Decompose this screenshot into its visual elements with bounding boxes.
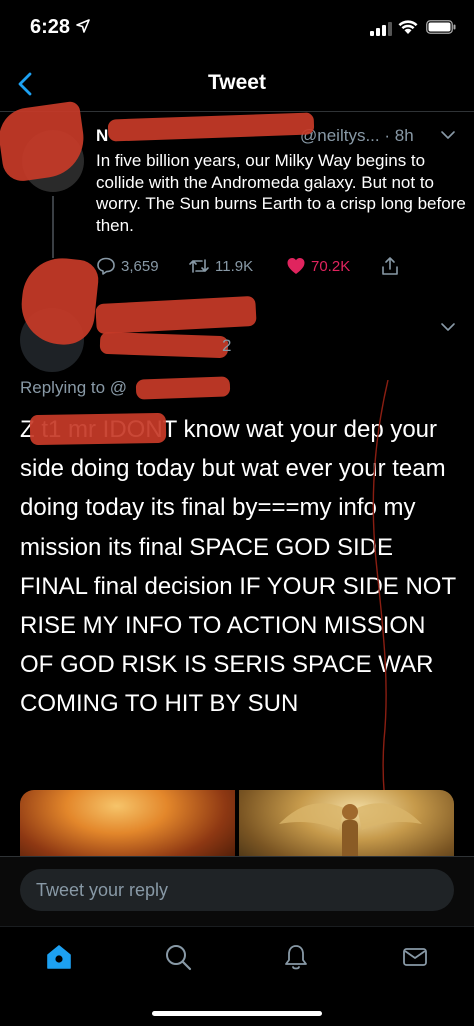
chevron-down-icon[interactable] bbox=[440, 320, 456, 334]
reply-bar bbox=[0, 856, 474, 926]
tweet-separator: · bbox=[384, 126, 391, 145]
share-icon bbox=[382, 257, 398, 275]
battery-icon bbox=[426, 20, 456, 34]
reply-count: 3,659 bbox=[121, 257, 159, 275]
search-icon bbox=[166, 945, 192, 971]
wifi-icon bbox=[398, 20, 418, 34]
tweet-text: In five billion years, our Milky Way beg… bbox=[96, 151, 466, 235]
tweet-time: 8h bbox=[394, 126, 414, 145]
status-bar: 6:28 bbox=[0, 0, 474, 56]
tweet-author-handle: @neiltys... · 8h bbox=[300, 126, 414, 146]
reply-icon bbox=[97, 257, 115, 275]
location-arrow-icon bbox=[76, 19, 90, 33]
cell-signal-icon bbox=[370, 22, 392, 36]
redaction-mark bbox=[107, 112, 315, 142]
tweet-author-name[interactable]: N bbox=[96, 126, 108, 146]
retweet-icon bbox=[189, 259, 209, 273]
tab-messages[interactable] bbox=[395, 937, 435, 977]
home-icon bbox=[47, 945, 71, 969]
notifications-icon bbox=[285, 945, 307, 970]
messages-icon bbox=[403, 948, 427, 966]
tweet-actions: 3,659 11.9K 70.2K bbox=[96, 256, 426, 278]
home-indicator bbox=[152, 1011, 322, 1016]
like-button[interactable]: 70.2K bbox=[286, 256, 350, 276]
redaction-mark bbox=[99, 331, 229, 359]
redaction-mark bbox=[135, 376, 231, 400]
tweet-author-handle: 2 bbox=[222, 336, 232, 355]
heart-icon bbox=[287, 258, 305, 274]
tab-notifications[interactable] bbox=[276, 937, 316, 977]
status-time: 6:28 bbox=[30, 16, 71, 38]
replying-to[interactable]: Replying to @ bbox=[20, 378, 127, 398]
page-title: Tweet bbox=[208, 71, 266, 94]
reply-input[interactable] bbox=[20, 869, 454, 911]
retweet-count: 11.9K bbox=[215, 257, 254, 275]
retweet-button[interactable]: 11.9K bbox=[188, 256, 253, 276]
redaction-mark bbox=[95, 295, 257, 335]
redaction-mark bbox=[29, 412, 167, 446]
share-button[interactable] bbox=[380, 256, 400, 276]
tab-home[interactable] bbox=[39, 937, 79, 977]
chevron-down-icon[interactable] bbox=[440, 128, 456, 142]
thread-line bbox=[52, 196, 54, 258]
tab-search[interactable] bbox=[158, 937, 198, 977]
reply-button[interactable]: 3,659 bbox=[96, 256, 159, 276]
like-count: 70.2K bbox=[311, 257, 351, 275]
